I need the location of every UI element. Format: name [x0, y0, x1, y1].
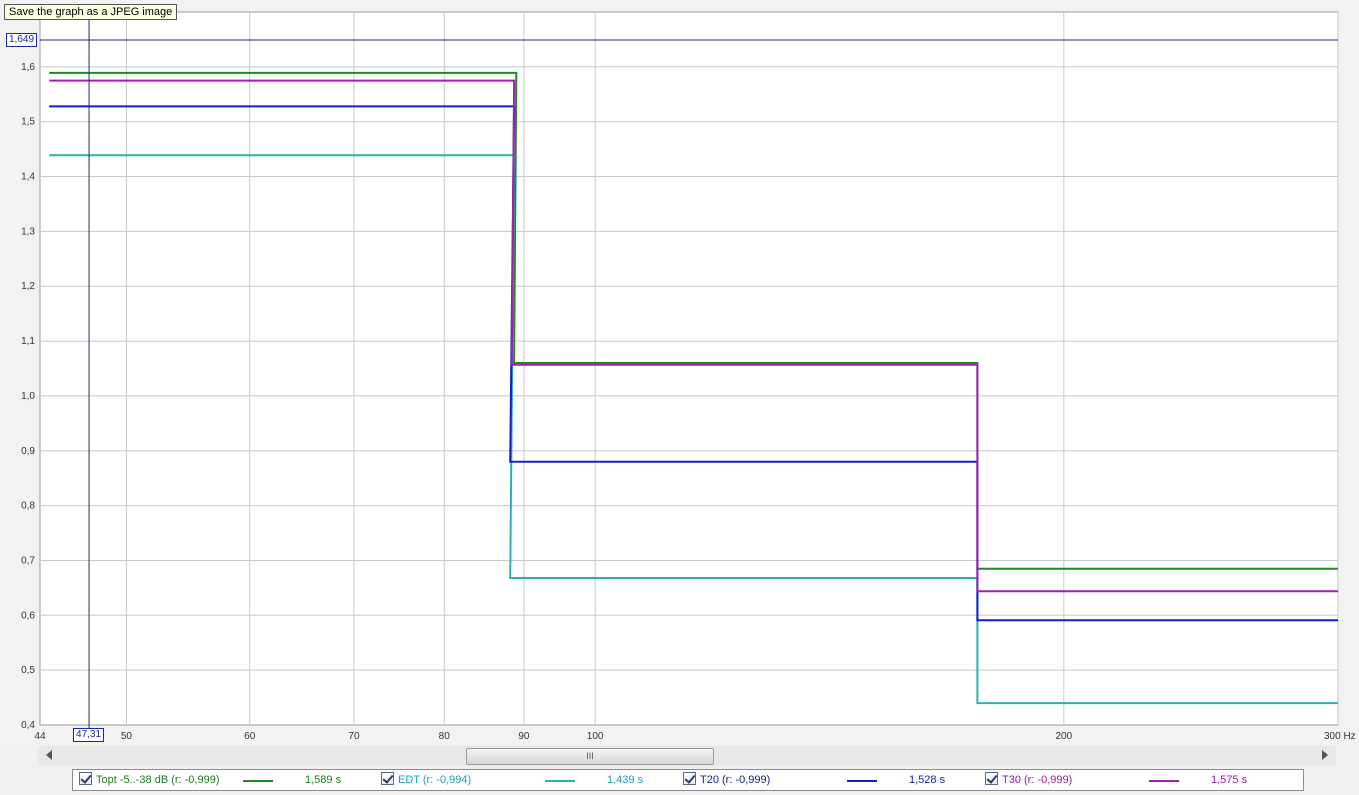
x-tick-label: 200	[1055, 731, 1072, 742]
tooltip-save-jpeg: Save the graph as a JPEG image	[4, 4, 178, 20]
x-tick-label: 70	[348, 731, 360, 742]
legend-swatch-topt	[243, 780, 273, 782]
y-tick-label: 0,4	[21, 720, 35, 731]
y-tick-label: 1,5	[21, 117, 35, 128]
horizontal-scrollbar[interactable]: III	[38, 746, 1336, 766]
x-tick-label: 44	[34, 731, 46, 742]
checkbox-edt[interactable]	[381, 772, 394, 785]
legend-name-t30: T30 (r: -0,999)	[1002, 774, 1073, 786]
legend-value-topt: 1,589 s	[305, 774, 342, 786]
x-tick-label: 90	[518, 731, 530, 742]
y-tick-label: 0,8	[21, 501, 35, 512]
scroll-right-arrow-icon[interactable]	[1322, 750, 1328, 760]
checkbox-t30[interactable]	[985, 772, 998, 785]
cursor-y-readout: 1,649	[6, 33, 38, 47]
x-tick-label: 100	[587, 731, 604, 742]
legend-swatch-t20	[847, 780, 877, 782]
y-tick-label: 1,4	[21, 172, 35, 183]
legend-value-edt: 1,439 s	[607, 774, 644, 786]
legend-value-t30: 1,575 s	[1211, 774, 1248, 786]
y-tick-label: 0,6	[21, 610, 35, 621]
legend-swatch-edt	[545, 780, 575, 782]
y-tick-label: 0,9	[21, 446, 35, 457]
legend-bar: Topt -5..-38 dB (r: -0,999) 1,589 s EDT …	[72, 769, 1304, 791]
x-tick-label: 60	[244, 731, 256, 742]
y-tick-label: 1,0	[21, 391, 35, 402]
cursor-x-readout: 47,31	[73, 728, 105, 742]
y-tick-label: 0,7	[21, 555, 35, 566]
legend-value-t20: 1,528 s	[909, 774, 946, 786]
y-axis-ticks: 0,4 0,5 0,6 0,7 0,8 0,9 1,0 1,1 1,2 1,3 1,4 1,5 1,6	[21, 62, 35, 731]
legend-name-edt: EDT (r: -0,994)	[398, 774, 472, 786]
y-tick-label: 1,3	[21, 226, 35, 237]
checkbox-t20[interactable]	[683, 772, 696, 785]
y-tick-label: 1,2	[21, 281, 35, 292]
legend-swatch-t30	[1149, 780, 1179, 782]
legend-name-topt: Topt -5..-38 dB (r: -0,999)	[96, 774, 220, 786]
scroll-thumb[interactable]: III	[466, 748, 714, 765]
scroll-left-arrow-icon[interactable]	[46, 750, 52, 760]
y-tick-label: 1,6	[21, 62, 35, 73]
x-tick-label: 50	[121, 731, 133, 742]
checkbox-topt[interactable]	[79, 772, 92, 785]
x-tick-label: 80	[439, 731, 451, 742]
x-tick-label: 300 Hz	[1324, 731, 1356, 742]
y-tick-label: 1,1	[21, 336, 35, 347]
x-axis-ticks: 44 50 60 70 80 90 100 200 300 Hz	[34, 731, 1355, 742]
legend-name-t20: T20 (r: -0,999)	[700, 774, 771, 786]
plot-area[interactable]: 0,40,50,60,70,80,91,01,11,21,31,41,51,6 …	[0, 0, 1359, 745]
graph-panel[interactable]: 0,4 0,5 0,6 0,7 0,8 0,9 1,0 1,1 1,2 1,3 1,4 1,5 1,6 …	[0, 0, 1359, 745]
y-tick-label: 0,5	[21, 665, 35, 676]
plot-background	[39, 11, 1339, 726]
